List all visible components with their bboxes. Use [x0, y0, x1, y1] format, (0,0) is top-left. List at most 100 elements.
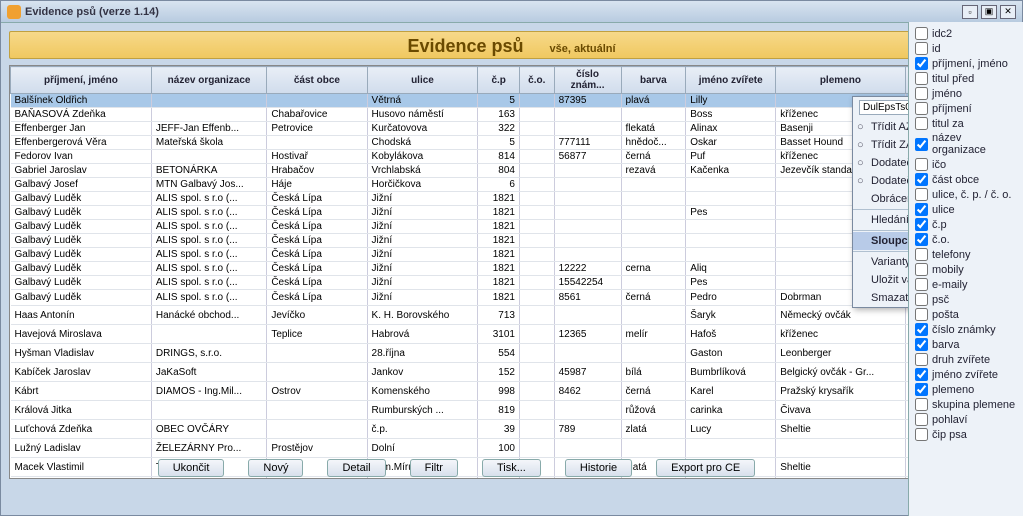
- col-header[interactable]: název organizace: [151, 67, 266, 94]
- column-checkbox[interactable]: [915, 413, 928, 426]
- column-checkbox[interactable]: [915, 42, 928, 55]
- column-checkbox[interactable]: [915, 203, 928, 216]
- column-checkbox[interactable]: [915, 158, 928, 171]
- column-toggle[interactable]: ičo: [913, 157, 1019, 172]
- column-checkbox[interactable]: [915, 218, 928, 231]
- export-button[interactable]: Export pro CE: [656, 459, 755, 477]
- col-header[interactable]: příjmení, jméno: [11, 67, 152, 94]
- column-checkbox[interactable]: [915, 188, 928, 201]
- column-toggle[interactable]: barva: [913, 337, 1019, 352]
- detail-button[interactable]: Detail: [327, 459, 385, 477]
- col-header[interactable]: barva: [621, 67, 686, 94]
- column-toggle[interactable]: příjmení, jméno: [913, 56, 1019, 71]
- column-checkbox[interactable]: [915, 293, 928, 306]
- column-checkbox[interactable]: [915, 308, 928, 321]
- column-label: skupina plemene: [932, 399, 1015, 411]
- app-icon: [7, 5, 21, 19]
- col-header[interactable]: č.o.: [519, 67, 554, 94]
- table-row[interactable]: Kabíček JaroslavJaKaSoftJankov15245987bí…: [11, 363, 1013, 382]
- column-checkbox[interactable]: [915, 87, 928, 100]
- column-checkbox[interactable]: [915, 428, 928, 441]
- column-toggle[interactable]: telefony: [913, 247, 1019, 262]
- column-checkbox[interactable]: [915, 383, 928, 396]
- column-checkbox[interactable]: [915, 263, 928, 276]
- col-header[interactable]: ulice: [367, 67, 478, 94]
- column-checkbox[interactable]: [915, 117, 928, 130]
- column-toggle[interactable]: idc2: [913, 26, 1019, 41]
- table-row[interactable]: Havejová MiroslavaTepliceHabrová31011236…: [11, 325, 1013, 344]
- column-label: příjmení, jméno: [932, 58, 1008, 70]
- col-header[interactable]: část obce: [267, 67, 367, 94]
- history-button[interactable]: Historie: [565, 459, 632, 477]
- column-label: telefony: [932, 249, 971, 261]
- column-label: e-maily: [932, 279, 967, 291]
- new-button[interactable]: Nový: [248, 459, 303, 477]
- column-label: jméno: [932, 88, 962, 100]
- column-checkbox[interactable]: [915, 138, 928, 151]
- column-checkbox[interactable]: [915, 278, 928, 291]
- column-checkbox[interactable]: [915, 27, 928, 40]
- column-toggle[interactable]: č.o.: [913, 232, 1019, 247]
- column-checkbox[interactable]: [915, 102, 928, 115]
- column-toggle[interactable]: číslo známky: [913, 322, 1019, 337]
- column-toggle[interactable]: pošta: [913, 307, 1019, 322]
- print-button[interactable]: Tisk...: [482, 459, 541, 477]
- column-checkbox[interactable]: [915, 57, 928, 70]
- column-label: id: [932, 43, 941, 55]
- column-toggle[interactable]: e-maily: [913, 277, 1019, 292]
- column-toggle[interactable]: druh zvířete: [913, 352, 1019, 367]
- columns-panel[interactable]: idc2 id příjmení, jménotitul před jméno příj…: [908, 22, 1023, 516]
- column-checkbox[interactable]: [915, 323, 928, 336]
- column-toggle[interactable]: psč: [913, 292, 1019, 307]
- column-checkbox[interactable]: [915, 233, 928, 246]
- table-row[interactable]: Luťchová ZdeňkaOBEC OVČÁRYč.p.39789zlatá…: [11, 420, 1013, 439]
- column-toggle[interactable]: jméno zvířete: [913, 367, 1019, 382]
- column-toggle[interactable]: pohlaví: [913, 412, 1019, 427]
- column-toggle[interactable]: ulice: [913, 202, 1019, 217]
- close-button[interactable]: Ukončit: [158, 459, 225, 477]
- col-header[interactable]: jméno zvířete: [686, 67, 776, 94]
- column-checkbox[interactable]: [915, 368, 928, 381]
- column-toggle[interactable]: název organizace: [913, 131, 1019, 157]
- banner-subtitle: vše, aktuální: [550, 43, 616, 55]
- column-checkbox[interactable]: [915, 173, 928, 186]
- table-row[interactable]: Hyšman VladislavDRINGS, s.r.o.28.října55…: [11, 344, 1013, 363]
- column-toggle[interactable]: skupina plemene: [913, 397, 1019, 412]
- table-row[interactable]: Králová JitkaRumburských ...819růžovácar…: [11, 401, 1013, 420]
- bottom-toolbar: Ukončit Nový Detail Filtr Tisk... Histor…: [11, 455, 902, 481]
- table-row[interactable]: Haas AntonínHanácké obchod...JevíčkoK. H…: [11, 306, 1013, 325]
- column-label: ičo: [932, 159, 946, 171]
- column-toggle[interactable]: č.p: [913, 217, 1019, 232]
- column-toggle[interactable]: příjmení: [913, 101, 1019, 116]
- titlebar: Evidence psů (verze 1.14) ▫ ▣ ✕: [1, 1, 1022, 23]
- column-toggle[interactable]: ulice, č. p. / č. o.: [913, 187, 1019, 202]
- col-header[interactable]: plemeno: [776, 67, 905, 94]
- win-max-icon[interactable]: ▣: [981, 5, 997, 19]
- column-checkbox[interactable]: [915, 72, 928, 85]
- win-min-icon[interactable]: ▫: [962, 5, 978, 19]
- column-checkbox[interactable]: [915, 353, 928, 366]
- column-toggle[interactable]: titul za: [913, 116, 1019, 131]
- column-label: název organizace: [932, 132, 1017, 156]
- table-row[interactable]: KábrtDIAMOS - Ing.Mil...OstrovKomenského…: [11, 382, 1013, 401]
- banner-title: Evidence psů: [407, 36, 523, 57]
- window-title: Evidence psů (verze 1.14): [25, 6, 959, 18]
- column-label: plemeno: [932, 384, 974, 396]
- column-toggle[interactable]: titul před: [913, 71, 1019, 86]
- column-toggle[interactable]: mobily: [913, 262, 1019, 277]
- win-close-icon[interactable]: ✕: [1000, 5, 1016, 19]
- column-label: psč: [932, 294, 949, 306]
- filter-button[interactable]: Filtr: [410, 459, 458, 477]
- column-toggle[interactable]: plemeno: [913, 382, 1019, 397]
- column-toggle[interactable]: část obce: [913, 172, 1019, 187]
- column-checkbox[interactable]: [915, 398, 928, 411]
- column-label: ulice: [932, 204, 955, 216]
- col-header[interactable]: č.p: [478, 67, 520, 94]
- column-checkbox[interactable]: [915, 248, 928, 261]
- column-toggle[interactable]: čip psa: [913, 427, 1019, 442]
- column-toggle[interactable]: id: [913, 41, 1019, 56]
- column-checkbox[interactable]: [915, 338, 928, 351]
- column-label: příjmení: [932, 103, 972, 115]
- col-header[interactable]: číslo znám...: [554, 67, 621, 94]
- column-toggle[interactable]: jméno: [913, 86, 1019, 101]
